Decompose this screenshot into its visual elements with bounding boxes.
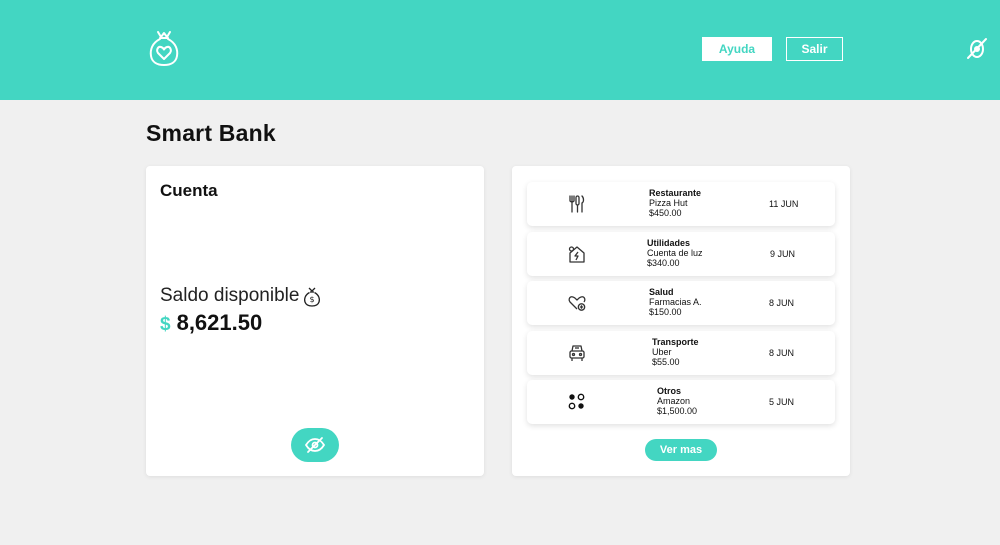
logout-button[interactable]: Salir [786,37,843,61]
available-balance-text: Saldo disponible [160,285,300,306]
transaction-merchant: Farmacias A. [649,297,702,307]
transaction-amount: $1,500.00 [657,406,698,416]
available-balance-label: Saldo disponible $ [160,285,323,307]
money-bag-emoji-icon: $ [301,285,323,307]
dots-grid-icon [567,392,587,412]
help-button[interactable]: Ayuda [702,37,772,61]
transactions-card: Restaurante Pizza Hut $450.00 11 JUN Uti… [512,166,850,476]
transaction-amount: $150.00 [649,307,682,317]
balance-amount: $ 8,621.50 [160,310,262,336]
transaction-amount: $55.00 [652,356,680,367]
toggle-balance-button[interactable] [291,428,339,462]
heart-plus-icon [567,293,587,313]
transaction-details: Otros Amazon $1,500.00 [657,386,697,416]
transaction-details: Transporte Uber $55.00 [652,337,699,367]
page-title: Smart Bank [146,120,276,146]
transaction-category: Transporte [652,336,699,347]
account-card: Cuenta Saldo disponible $ $ 8,621.50 [146,166,484,476]
see-more-button[interactable]: Ver mas [645,439,717,461]
transaction-date: 11 JUN [769,199,799,209]
transaction-amount: $450.00 [649,208,682,218]
utensils-icon [567,194,587,214]
transaction-row[interactable]: Transporte Uber $55.00 8 JUN [527,330,835,375]
transaction-date: 8 JUN [769,298,795,308]
transaction-row[interactable]: Salud Farmacias A. $150.00 8 JUN [527,281,835,325]
transaction-category: Utilidades [647,237,691,248]
transaction-merchant: Cuenta de luz [647,247,703,258]
balance-value: 8,621.50 [176,310,263,335]
money-bag-heart-icon[interactable] [146,28,182,68]
transaction-category: Salud [649,287,674,297]
transaction-merchant: Amazon [657,396,691,406]
transaction-details: Restaurante Pizza Hut $450.00 [649,188,701,218]
transaction-row[interactable]: Otros Amazon $1,500.00 5 JUN [527,380,835,424]
transaction-row[interactable]: Utilidades Cuenta de luz $340.00 9 JUN [527,231,835,276]
transaction-merchant: Pizza Hut [649,198,688,208]
transaction-amount: $340.00 [647,257,680,268]
car-icon [567,343,587,363]
transaction-date: 5 JUN [769,397,795,407]
top-bar: Ayuda Salir [0,0,1000,100]
transaction-row[interactable]: Restaurante Pizza Hut $450.00 11 JUN [527,182,835,226]
eye-off-icon [304,437,326,453]
eye-off-icon[interactable] [966,36,988,60]
transaction-details: Salud Farmacias A. $150.00 [649,287,702,317]
transactions-list: Restaurante Pizza Hut $450.00 11 JUN Uti… [527,182,835,430]
transaction-date: 8 JUN [769,347,795,358]
svg-text:$: $ [310,295,315,304]
currency-symbol: $ [160,314,171,335]
transaction-category: Restaurante [649,188,702,198]
transaction-merchant: Uber [652,346,672,357]
transaction-date: 9 JUN [770,248,796,259]
transaction-details: Utilidades Cuenta de luz $340.00 [647,238,703,268]
transaction-category: Otros [657,386,682,396]
house-bolt-icon [567,244,587,264]
account-title: Cuenta [160,181,218,200]
